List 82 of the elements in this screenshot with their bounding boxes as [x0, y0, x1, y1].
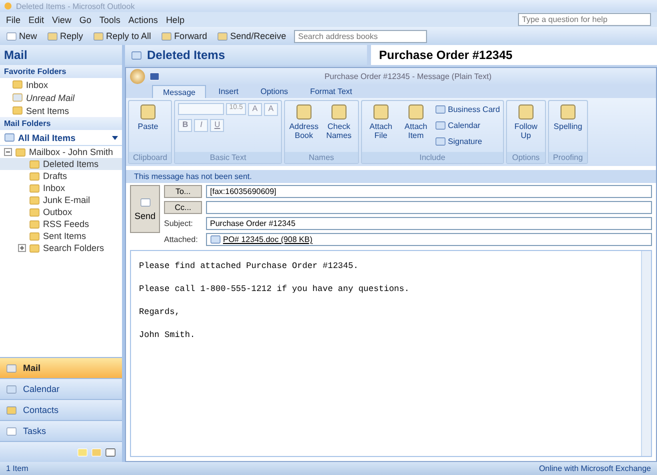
- font-combo[interactable]: [178, 103, 224, 115]
- group-label: Basic Text: [175, 152, 281, 163]
- folder-item[interactable]: Sent Items: [0, 104, 122, 117]
- body-text: Please call 1-800-555-1212 if you have any questions.: [139, 284, 410, 294]
- menu-item[interactable]: View: [52, 14, 72, 24]
- folder-item[interactable]: RSS Feeds: [0, 218, 122, 230]
- folder-title: Deleted Items: [147, 48, 226, 62]
- menu-item[interactable]: Actions: [128, 14, 158, 24]
- group-label: Include: [362, 152, 503, 163]
- send-button[interactable]: Send/Receive: [215, 30, 288, 42]
- send-button[interactable]: Send: [130, 185, 160, 233]
- ribbon-button[interactable]: Business Card: [434, 103, 500, 116]
- folder-item[interactable]: Junk E-mail: [0, 194, 122, 206]
- ribbon-button[interactable]: Signature: [434, 135, 500, 148]
- attachment-field[interactable]: PO# 12345.doc (908 KB): [206, 233, 652, 246]
- folder-item[interactable]: Deleted Items: [0, 158, 122, 170]
- nav-button[interactable]: Contacts: [0, 399, 122, 420]
- folder-item[interactable]: Drafts: [0, 170, 122, 182]
- menu-item[interactable]: File: [6, 14, 21, 24]
- collapse-icon[interactable]: [4, 148, 12, 156]
- ribbon-button[interactable]: Check Names: [322, 103, 355, 140]
- ribbon-button[interactable]: Attach Item: [400, 103, 432, 140]
- address-search-field[interactable]: Search address books: [294, 30, 428, 42]
- ribbon-button[interactable]: Attach File: [364, 103, 397, 140]
- address-button[interactable]: To...: [164, 185, 202, 198]
- forward-button[interactable]: Forward: [159, 30, 210, 42]
- ribbon-tab[interactable]: Message: [152, 85, 206, 98]
- reply-button[interactable]: Reply: [45, 30, 86, 42]
- folder-item[interactable]: Sent Items: [0, 230, 122, 242]
- group-label: Clipboard: [129, 152, 172, 163]
- nav-button[interactable]: Calendar: [0, 378, 122, 399]
- body-text: Regards,: [139, 307, 181, 317]
- address-button[interactable]: Cc...: [164, 201, 202, 214]
- ribbon-tab[interactable]: Format Text: [300, 85, 362, 98]
- nav-button[interactable]: Tasks: [0, 420, 122, 441]
- info-bar: This message has not been sent.: [126, 170, 656, 183]
- message-body[interactable]: Please find attached Purchase Order #12345. Please call 1-800-555-1212 if you have any questions. Regards, John Smith.: [130, 250, 652, 457]
- group-label: Names: [284, 152, 358, 163]
- ribbon-button[interactable]: Spelling: [552, 103, 584, 131]
- app-icon: [4, 2, 12, 10]
- folder-item[interactable]: Inbox: [0, 78, 122, 91]
- scrollbar[interactable]: [641, 251, 651, 456]
- message-window-title: Purchase Order #12345 - Message (Plain Text): [323, 72, 493, 81]
- nav-button[interactable]: Mail: [0, 357, 122, 378]
- view-selector[interactable]: All Mail Items: [0, 130, 122, 146]
- help-search-field[interactable]: Type a question for help: [518, 13, 651, 26]
- folder-item[interactable]: Unread Mail: [0, 91, 122, 104]
- folder-item[interactable]: Inbox: [0, 182, 122, 194]
- body-text: Please find attached Purchase Order #12345.: [139, 261, 360, 271]
- group-label: Proofing: [548, 152, 587, 163]
- menu-item[interactable]: Tools: [99, 14, 120, 24]
- ribbon-button[interactable]: Follow Up: [510, 103, 542, 140]
- ribbon-button[interactable]: Calendar: [434, 119, 500, 132]
- folder-item[interactable]: Search Folders: [0, 242, 122, 254]
- field-label: Attached:: [164, 235, 199, 244]
- ribbon-tab[interactable]: Insert: [208, 85, 248, 98]
- reply-button[interactable]: Reply to All: [91, 30, 154, 42]
- group-label: Options: [506, 152, 545, 163]
- menu-item[interactable]: Go: [79, 14, 92, 24]
- section-header[interactable]: Favorite Folders: [0, 65, 122, 78]
- pane-title: Mail: [0, 45, 122, 65]
- dropdown-arrow-icon[interactable]: [112, 136, 118, 140]
- ribbon-button[interactable]: Paste: [132, 103, 164, 131]
- field-label: Subject:: [164, 219, 194, 228]
- input-field[interactable]: Purchase Order #12345: [206, 217, 652, 230]
- ribbon-button[interactable]: Address Book: [288, 103, 320, 140]
- input-field[interactable]: [206, 201, 652, 214]
- section-header[interactable]: Mail Folders: [0, 117, 122, 130]
- expand-icon[interactable]: [18, 244, 26, 252]
- new-button[interactable]: New: [4, 30, 40, 42]
- ribbon-tab[interactable]: Options: [250, 85, 298, 98]
- body-text: John Smith.: [139, 330, 196, 340]
- status-text: 1 Item: [6, 464, 28, 473]
- folder-item[interactable]: Mailbox - John Smith: [0, 146, 122, 158]
- input-field[interactable]: [fax:16035690609]: [206, 185, 652, 198]
- menu-item[interactable]: Help: [166, 14, 184, 24]
- window-title: Deleted Items - Microsoft Outlook: [16, 2, 135, 10]
- preview-title: Purchase Order #12345: [371, 45, 657, 65]
- menu-item[interactable]: Edit: [28, 14, 44, 24]
- connection-status: Online with Microsoft Exchange: [538, 464, 651, 473]
- folder-item[interactable]: Outbox: [0, 206, 122, 218]
- office-button[interactable]: [130, 69, 145, 84]
